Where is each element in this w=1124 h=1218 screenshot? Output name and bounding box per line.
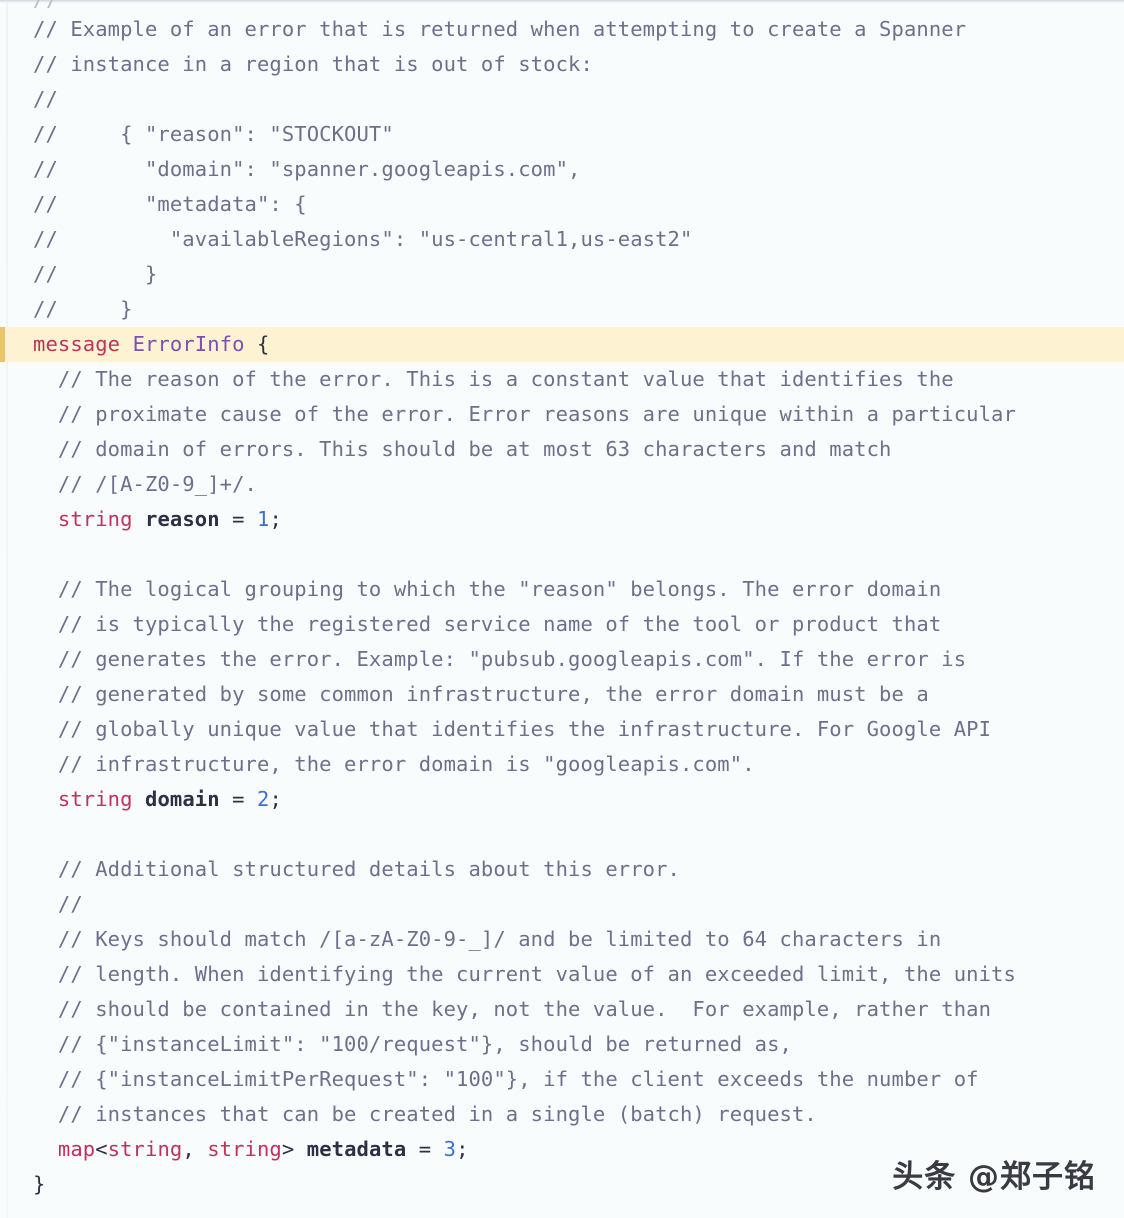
comment-text: // generates the error. Example: "pubsub…	[33, 647, 967, 671]
open-brace: {	[244, 332, 270, 356]
code-line-comment: // "availableRegions": "us-central1,us-e…	[0, 222, 1124, 257]
comment-text: // domain of errors. This should be at m…	[33, 437, 892, 461]
code-line-comment: // "metadata": {	[0, 187, 1124, 222]
code-line-comment: // }	[0, 292, 1124, 327]
comment-text: //	[33, 87, 58, 111]
comment-text: // }	[33, 297, 133, 321]
comment-text: // "availableRegions": "us-central1,us-e…	[33, 227, 693, 251]
comment-text: // The logical grouping to which the "re…	[33, 577, 942, 601]
code-line-comment: //	[0, 82, 1124, 117]
field-type: string	[57, 507, 133, 531]
code-line-comment: // length. When identifying the current …	[0, 957, 1124, 992]
comment-text: // { "reason": "STOCKOUT"	[33, 122, 394, 146]
field-number: 3	[443, 1137, 457, 1161]
code-line-comment: // instances that can be created in a si…	[0, 1097, 1124, 1132]
code-line-comment: // }	[0, 257, 1124, 292]
comment-text: // should be contained in the key, not t…	[33, 997, 992, 1021]
comment-text: // "metadata": {	[33, 192, 307, 216]
code-line-comment: // Keys should match /[a-zA-Z0-9-_]/ and…	[0, 922, 1124, 957]
code-line-comment: // generates the error. Example: "pubsub…	[0, 642, 1124, 677]
comment-text: // infrastructure, the error domain is "…	[33, 752, 755, 776]
top-cutoff-divider: //	[0, 0, 1124, 11]
message-keyword: message	[33, 332, 121, 356]
comment-text: // /[A-Z0-9_]+/.	[33, 472, 257, 496]
code-line-comment: // globally unique value that identifies…	[0, 712, 1124, 747]
code-line-message-declaration: message ErrorInfo {	[0, 327, 1124, 362]
message-name: ErrorInfo	[132, 332, 245, 356]
code-line-comment: // should be contained in the key, not t…	[0, 992, 1124, 1027]
code-line-comment: // "domain": "spanner.googleapis.com",	[0, 152, 1124, 187]
comment-text: // "domain": "spanner.googleapis.com",	[33, 157, 581, 181]
field-name: reason	[145, 507, 220, 531]
code-line-comment: // infrastructure, the error domain is "…	[0, 747, 1124, 782]
watermark: 头条 @郑子铭	[892, 1159, 1096, 1195]
map-value-type: string	[207, 1137, 282, 1161]
code-line-field-domain: string domain = 2;	[57, 787, 282, 811]
field-number: 2	[256, 787, 270, 811]
comment-text: // length. When identifying the current …	[33, 962, 1016, 986]
field-name: domain	[145, 787, 220, 811]
code-line-comment: //	[0, 887, 1124, 922]
comment-text: // Example of an error that is returned …	[33, 17, 967, 41]
code-line-field-reason: string reason = 1;	[57, 507, 282, 531]
comment-text: // The reason of the error. This is a co…	[33, 367, 954, 391]
code-line-comment: // proximate cause of the error. Error r…	[0, 397, 1124, 432]
comment-text: // Keys should match /[a-zA-Z0-9-_]/ and…	[33, 927, 942, 951]
comment-text: // {"instanceLimit": "100/request"}, sho…	[33, 1032, 792, 1056]
code-line-comment: // {"instanceLimitPerRequest": "100"}, i…	[0, 1062, 1124, 1097]
top-partial-comment-glyph: //	[33, 0, 59, 11]
code-line-comment: // /[A-Z0-9_]+/.	[0, 467, 1124, 502]
code-line-comment: // The logical grouping to which the "re…	[0, 572, 1124, 607]
map-keyword: map	[57, 1137, 96, 1161]
code-line-comment: // is typically the registered service n…	[0, 607, 1124, 642]
comment-text: // instance in a region that is out of s…	[33, 52, 593, 76]
close-brace: }	[33, 1172, 46, 1196]
code-line-comment: // The reason of the error. This is a co…	[0, 362, 1124, 397]
code-line-comment: // Additional structured details about t…	[0, 852, 1124, 887]
comment-text: // }	[33, 262, 158, 286]
field-number: 1	[256, 507, 270, 531]
comment-text: // globally unique value that identifies…	[33, 717, 992, 741]
code-line-comment: // domain of errors. This should be at m…	[0, 432, 1124, 467]
field-name: metadata	[306, 1137, 407, 1161]
code-line-comment: // Example of an error that is returned …	[0, 12, 1124, 47]
comment-text: // proximate cause of the error. Error r…	[33, 402, 1016, 426]
code-block: // Example of an error that is returned …	[0, 12, 1124, 1202]
comment-text: // is typically the registered service n…	[33, 612, 942, 636]
code-line-comment: // generated by some common infrastructu…	[0, 677, 1124, 712]
code-line-comment: // {"instanceLimit": "100/request"}, sho…	[0, 1027, 1124, 1062]
comment-text: // Additional structured details about t…	[33, 857, 680, 881]
field-type: string	[57, 787, 133, 811]
comment-text: //	[33, 892, 83, 916]
code-line-comment: // { "reason": "STOCKOUT"	[0, 117, 1124, 152]
comment-text: // instances that can be created in a si…	[33, 1102, 817, 1126]
comment-text: // generated by some common infrastructu…	[33, 682, 929, 706]
code-snippet-page: // // Example of an error that is return…	[0, 0, 1124, 1218]
code-line-comment: // instance in a region that is out of s…	[0, 47, 1124, 82]
map-key-type: string	[107, 1137, 183, 1161]
comment-text: // {"instanceLimitPerRequest": "100"}, i…	[33, 1067, 979, 1091]
